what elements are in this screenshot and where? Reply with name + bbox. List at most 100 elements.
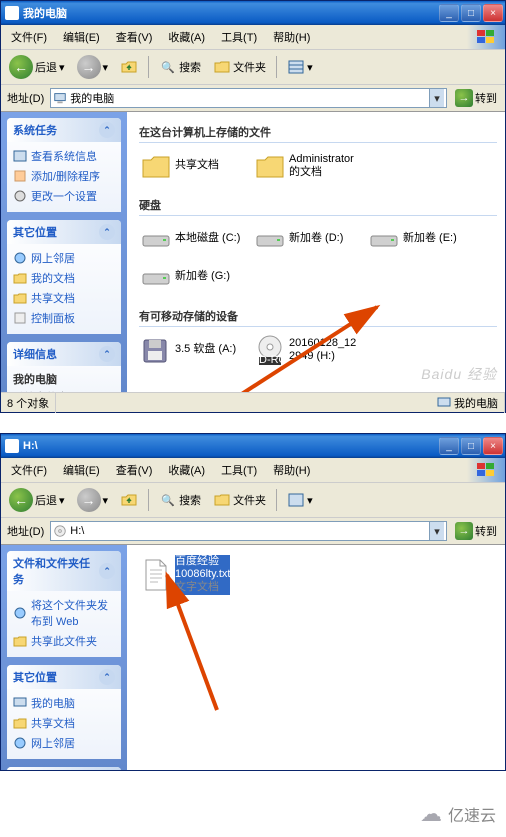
sidebar: 系统任务⌃ 查看系统信息 添加/删除程序 更改一个设置 其它位置⌃ 网上邻居 我… xyxy=(1,112,127,392)
place-my-documents[interactable]: 我的文档 xyxy=(13,268,115,288)
place-network[interactable]: 网上邻居 xyxy=(13,248,115,268)
up-button[interactable] xyxy=(116,56,142,78)
titlebar[interactable]: 我的电脑 _ □ × xyxy=(1,1,505,25)
my-computer-icon xyxy=(437,396,451,410)
back-button[interactable]: ←后退▾ xyxy=(5,486,69,514)
back-button[interactable]: ←后退▾ xyxy=(5,53,69,81)
panel-header[interactable]: 详细信息⌃ xyxy=(7,767,121,770)
minimize-button[interactable]: _ xyxy=(439,437,459,455)
folders-button[interactable]: 文件夹 xyxy=(209,56,270,78)
menu-view[interactable]: 查看(V) xyxy=(110,460,159,480)
maximize-button[interactable]: □ xyxy=(461,437,481,455)
folder-up-icon xyxy=(120,58,138,76)
address-input[interactable]: 我的电脑 ▾ xyxy=(50,88,447,108)
go-button[interactable]: →转到 xyxy=(451,520,501,542)
panel-header[interactable]: 文件和文件夹任务⌃ xyxy=(7,551,121,591)
up-button[interactable] xyxy=(116,489,142,511)
info-icon xyxy=(13,149,27,163)
share-icon xyxy=(13,634,27,648)
my-computer-icon xyxy=(53,91,67,105)
minimize-button[interactable]: _ xyxy=(439,4,459,22)
maximize-button[interactable]: □ xyxy=(461,4,481,22)
address-dropdown-icon[interactable]: ▾ xyxy=(429,522,444,540)
panel-other-places: 其它位置⌃ 我的电脑 共享文档 网上邻居 xyxy=(7,665,121,759)
item-drive-g[interactable]: 新加卷 (G:) xyxy=(139,260,249,294)
menu-view[interactable]: 查看(V) xyxy=(110,27,159,47)
menu-file[interactable]: 文件(F) xyxy=(5,460,53,480)
search-button[interactable]: 🔍搜索 xyxy=(155,489,205,511)
item-drive-e[interactable]: 新加卷 (E:) xyxy=(367,222,477,256)
group-header-removable: 有可移动存储的设备 xyxy=(139,304,497,327)
group-header-files: 在这台计算机上存储的文件 xyxy=(139,120,497,143)
panel-header[interactable]: 详细信息⌃ xyxy=(7,342,121,366)
menu-file[interactable]: 文件(F) xyxy=(5,27,53,47)
address-input[interactable]: H:\ ▾ xyxy=(50,521,447,541)
statusbar: 8 个对象 我的电脑 xyxy=(1,392,505,412)
panel-header[interactable]: 其它位置⌃ xyxy=(7,220,121,244)
addressbar: 地址(D) 我的电脑 ▾ →转到 xyxy=(1,85,505,112)
cloud-icon: ☁ xyxy=(420,801,442,827)
go-icon: → xyxy=(455,522,473,540)
task-add-remove-programs[interactable]: 添加/删除程序 xyxy=(13,166,115,186)
my-computer-icon xyxy=(13,696,27,710)
item-dvd-drive[interactable]: DVD-ROM20160128_122949 (H:) xyxy=(253,333,363,367)
menu-favorites[interactable]: 收藏(A) xyxy=(162,27,211,47)
item-drive-d[interactable]: 新加卷 (D:) xyxy=(253,222,363,256)
svg-text:DVD-ROM: DVD-ROM xyxy=(255,354,285,365)
place-network[interactable]: 网上邻居 xyxy=(13,733,115,753)
views-button[interactable]: ▾ xyxy=(283,56,317,78)
place-shared-documents[interactable]: 共享文档 xyxy=(13,288,115,308)
views-button[interactable]: ▾ xyxy=(283,489,317,511)
menu-tools[interactable]: 工具(T) xyxy=(215,27,263,47)
chevron-icon: ⌃ xyxy=(99,346,115,362)
address-value: H:\ xyxy=(70,525,84,537)
address-label: 地址(D) xyxy=(5,90,46,106)
item-admin-docs[interactable]: Administrator 的文档 xyxy=(253,149,363,183)
task-change-setting[interactable]: 更改一个设置 xyxy=(13,186,115,206)
windows-flag-icon xyxy=(467,25,505,49)
views-icon xyxy=(287,491,305,509)
go-icon: → xyxy=(455,89,473,107)
window-my-computer: 我的电脑 _ □ × 文件(F) 编辑(E) 查看(V) 收藏(A) 工具(T)… xyxy=(0,0,506,413)
folders-button[interactable]: 文件夹 xyxy=(209,489,270,511)
item-floppy[interactable]: 3.5 软盘 (A:) xyxy=(139,333,249,367)
folder-up-icon xyxy=(120,491,138,509)
menu-help[interactable]: 帮助(H) xyxy=(267,27,316,47)
sidebar: 文件和文件夹任务⌃ 将这个文件夹发布到 Web 共享此文件夹 其它位置⌃ 我的电… xyxy=(1,545,127,770)
window-title: H:\ xyxy=(23,440,439,452)
place-control-panel[interactable]: 控制面板 xyxy=(13,308,115,328)
item-shared-docs[interactable]: 共享文档 xyxy=(139,149,249,183)
task-publish-to-web[interactable]: 将这个文件夹发布到 Web xyxy=(13,595,115,631)
item-text-file[interactable]: 百度经验10086lty.txt文字文档 xyxy=(139,553,269,597)
close-button[interactable]: × xyxy=(483,437,503,455)
drive-icon xyxy=(141,224,171,254)
menu-tools[interactable]: 工具(T) xyxy=(215,460,263,480)
menu-edit[interactable]: 编辑(E) xyxy=(57,27,106,47)
titlebar[interactable]: H:\ _ □ × xyxy=(1,434,505,458)
place-shared-documents[interactable]: 共享文档 xyxy=(13,713,115,733)
forward-button[interactable]: →▾ xyxy=(73,53,113,81)
forward-icon: → xyxy=(77,55,101,79)
task-share-folder[interactable]: 共享此文件夹 xyxy=(13,631,115,651)
details-type: 系统文件夹 xyxy=(13,388,115,392)
panel-header[interactable]: 系统任务⌃ xyxy=(7,118,121,142)
search-button[interactable]: 🔍搜索 xyxy=(155,56,205,78)
folder-icon xyxy=(13,291,27,305)
menubar: 文件(F) 编辑(E) 查看(V) 收藏(A) 工具(T) 帮助(H) xyxy=(1,25,505,50)
back-icon: ← xyxy=(9,488,33,512)
menu-help[interactable]: 帮助(H) xyxy=(267,460,316,480)
address-dropdown-icon[interactable]: ▾ xyxy=(429,89,444,107)
menu-favorites[interactable]: 收藏(A) xyxy=(162,460,211,480)
main-view[interactable]: 在这台计算机上存储的文件 共享文档 Administrator 的文档 硬盘 本… xyxy=(127,112,505,392)
place-my-computer[interactable]: 我的电脑 xyxy=(13,693,115,713)
task-view-system-info[interactable]: 查看系统信息 xyxy=(13,146,115,166)
go-button[interactable]: →转到 xyxy=(451,87,501,109)
panel-header[interactable]: 其它位置⌃ xyxy=(7,665,121,689)
footer-logo-text: 亿速云 xyxy=(448,802,496,826)
menu-edit[interactable]: 编辑(E) xyxy=(57,460,106,480)
main-view[interactable]: 百度经验10086lty.txt文字文档 xyxy=(127,545,505,770)
item-drive-c[interactable]: 本地磁盘 (C:) xyxy=(139,222,249,256)
forward-button[interactable]: →▾ xyxy=(73,486,113,514)
separator xyxy=(276,56,277,78)
close-button[interactable]: × xyxy=(483,4,503,22)
